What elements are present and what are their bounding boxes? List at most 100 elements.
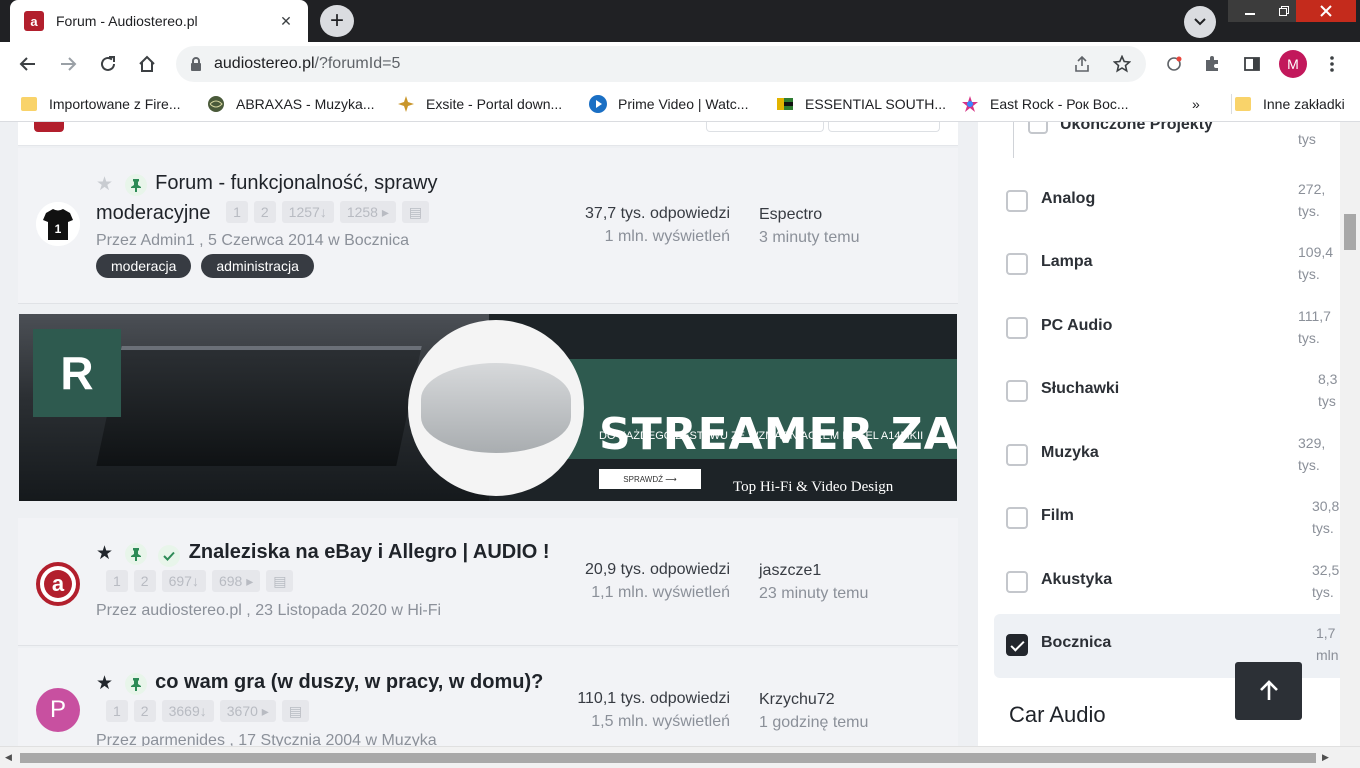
- topic-row[interactable]: a ★ Znaleziska na eBay i Allegro | AUDIO…: [18, 518, 958, 646]
- bookmark-item[interactable]: ESSENTIAL SOUTH...: [776, 94, 946, 114]
- filter-checkbox[interactable]: [1006, 253, 1028, 275]
- topic-row[interactable]: P ★ co wam gra (w duszy, w pracy, w domu…: [18, 648, 958, 746]
- side-panel-icon[interactable]: [1238, 50, 1266, 78]
- page-link[interactable]: 1: [106, 570, 128, 592]
- sync-extension-icon[interactable]: [1160, 50, 1188, 78]
- extensions-puzzle-icon[interactable]: [1198, 50, 1226, 78]
- avatar-label: 1: [54, 222, 62, 236]
- topic-row[interactable]: 1 ★ Forum - funkcjonalność, sprawy moder…: [18, 148, 958, 304]
- page-link[interactable]: 2: [133, 700, 156, 722]
- last-post-user[interactable]: Krzychu72: [759, 688, 868, 711]
- share-icon[interactable]: [1070, 52, 1094, 76]
- user-avatar[interactable]: P: [36, 688, 80, 732]
- filter-checkbox[interactable]: [1006, 380, 1028, 402]
- filter-item-akustyka[interactable]: Akustyka 32,5 tys.: [978, 551, 1340, 615]
- topic-preview-icon[interactable]: ▤: [266, 570, 294, 592]
- filter-checkbox[interactable]: [1006, 317, 1028, 339]
- vertical-scrollbar[interactable]: [1340, 122, 1360, 746]
- scrollbar-thumb[interactable]: [20, 753, 1316, 763]
- last-post-time[interactable]: 1 godzinę temu: [759, 711, 868, 734]
- menu-kebab-icon[interactable]: [1318, 50, 1346, 78]
- forum-filter-sidebar: Ukończone Projekty tys Analog 272, tys. L…: [978, 122, 1340, 746]
- topic-preview-icon[interactable]: ▤: [401, 201, 430, 223]
- user-avatar[interactable]: a: [36, 562, 80, 606]
- filter-item-analog[interactable]: Analog 272, tys.: [978, 170, 1340, 234]
- page-link[interactable]: 698 ▸: [211, 570, 261, 592]
- bookmark-item[interactable]: East Rock - Рок Вос...: [961, 94, 1129, 114]
- topic-title[interactable]: ★ Forum - funkcjonalność, sprawy moderac…: [96, 169, 556, 227]
- address-bar[interactable]: audiostereo.pl/?forumId=5: [176, 46, 1146, 82]
- arrow-left-icon: [19, 57, 35, 71]
- east-rock-icon: [961, 95, 979, 113]
- tag-chip[interactable]: moderacja: [96, 254, 192, 278]
- page-link[interactable]: 2: [253, 201, 276, 223]
- scroll-right-icon[interactable]: ▶: [1322, 752, 1329, 763]
- close-tab-icon[interactable]: ✕: [276, 13, 296, 30]
- filter-checkbox[interactable]: [1006, 507, 1028, 529]
- filter-checkbox[interactable]: [1006, 444, 1028, 466]
- browser-tab[interactable]: a Forum - Audiostereo.pl ✕: [10, 0, 308, 42]
- topic-list: 1 ★ Forum - funkcjonalność, sprawy moder…: [18, 122, 958, 746]
- close-window-button[interactable]: [1296, 0, 1356, 22]
- back-button[interactable]: [12, 48, 44, 80]
- bookmark-item[interactable]: Importowane z Fire...: [20, 94, 181, 114]
- last-post-time[interactable]: 23 minuty temu: [759, 582, 868, 605]
- filter-item-muzyka[interactable]: Muzyka 329, tys.: [978, 424, 1340, 488]
- bookmarks-overflow-button[interactable]: »: [1192, 94, 1200, 114]
- page-link[interactable]: 697↓: [161, 570, 206, 592]
- last-post-user[interactable]: Espectro: [759, 203, 859, 226]
- filter-checkbox[interactable]: [1006, 571, 1028, 593]
- topic-title[interactable]: ★ Znaleziska na eBay i Allegro | AUDIO !…: [96, 538, 556, 596]
- scrollbar-thumb[interactable]: [1344, 214, 1356, 250]
- topic-stats: 110,1 tys. odpowiedzi 1,5 mln. wyświetle…: [577, 687, 730, 733]
- page-link[interactable]: 3670 ▸: [219, 700, 276, 722]
- folder-icon: [1234, 95, 1252, 113]
- new-tab-button[interactable]: +: [320, 5, 354, 37]
- profile-avatar[interactable]: M: [1279, 50, 1307, 78]
- forward-button[interactable]: [52, 48, 84, 80]
- page-link[interactable]: 1257↓: [281, 201, 334, 223]
- page-link[interactable]: 1258 ▸: [339, 201, 396, 223]
- topic-title-text[interactable]: co wam gra (w duszy, w pracy, w domu)?: [155, 671, 543, 693]
- page-link[interactable]: 1: [106, 700, 128, 722]
- scroll-to-top-button[interactable]: [1235, 662, 1302, 720]
- filter-checkbox[interactable]: [1006, 190, 1028, 212]
- filter-checkbox[interactable]: [1028, 122, 1048, 134]
- last-post-user[interactable]: jaszcze1: [759, 559, 868, 582]
- topic-title-text[interactable]: Znaleziska na eBay i Allegro | AUDIO !: [189, 541, 550, 563]
- horizontal-scrollbar[interactable]: ◀ ▶: [0, 746, 1360, 768]
- prime-video-icon: [589, 95, 607, 113]
- bookmarks-bar: Importowane z Fire... ABRAXAS - Muzyka..…: [0, 86, 1360, 122]
- page-link[interactable]: 3669↓: [161, 700, 214, 722]
- filter-item-film[interactable]: Film 30,8 tys.: [978, 487, 1340, 551]
- advertisement-banner[interactable]: R STREAMER ZA 1ZŁ DO KAŻDEGO ZESTAWU ZE …: [19, 314, 957, 501]
- bookmark-star-icon[interactable]: [1110, 52, 1134, 76]
- last-post: Espectro 3 minuty temu: [759, 203, 859, 249]
- view-count: 1,5 mln. wyświetleń: [591, 713, 730, 730]
- banner-cta-button[interactable]: SPRAWDŹ ⟶: [599, 469, 701, 489]
- filter-item-sluchawki[interactable]: Słuchawki 8,3 tys: [978, 360, 1340, 424]
- page-link[interactable]: 2: [133, 570, 156, 592]
- filter-item-pc-audio[interactable]: PC Audio 111,7 tys.: [978, 297, 1340, 361]
- tab-search-button[interactable]: [1184, 6, 1216, 38]
- bookmark-item[interactable]: Exsite - Portal down...: [397, 94, 562, 114]
- filter-checkbox-checked[interactable]: [1006, 634, 1028, 656]
- topic-preview-icon[interactable]: ▤: [281, 700, 310, 722]
- reload-button[interactable]: [92, 48, 124, 80]
- topic-title[interactable]: ★ co wam gra (w duszy, w pracy, w domu)?…: [96, 668, 556, 726]
- bookmark-item[interactable]: ABRAXAS - Muzyka...: [207, 94, 374, 114]
- star-outline-icon[interactable]: ★: [96, 171, 116, 199]
- home-button[interactable]: [131, 48, 163, 80]
- star-filled-icon[interactable]: ★: [96, 670, 116, 698]
- page-link[interactable]: 1: [226, 201, 248, 223]
- browser-toolbar: audiostereo.pl/?forumId=5 M: [0, 42, 1360, 86]
- bookmark-item[interactable]: Prime Video | Watc...: [589, 94, 748, 114]
- tag-chip[interactable]: administracja: [201, 254, 314, 278]
- user-avatar[interactable]: 1: [36, 202, 80, 246]
- tree-line: [1013, 122, 1014, 158]
- star-filled-icon[interactable]: ★: [96, 540, 116, 568]
- scroll-left-icon[interactable]: ◀: [5, 752, 12, 763]
- filter-item-lampa[interactable]: Lampa 109,4 tys.: [978, 233, 1340, 297]
- other-bookmarks-folder[interactable]: Inne zakładki: [1231, 94, 1345, 114]
- last-post-time[interactable]: 3 minuty temu: [759, 226, 859, 249]
